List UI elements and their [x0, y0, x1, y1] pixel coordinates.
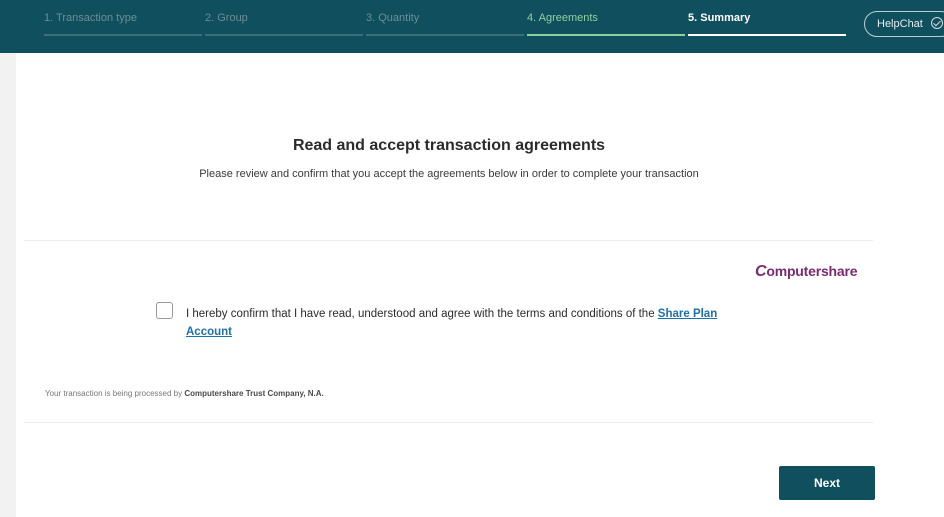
- step-progress-bar: [44, 34, 202, 36]
- step-label: 4. Agreements: [527, 12, 598, 24]
- helpchat-button[interactable]: HelpChat: [864, 11, 944, 37]
- step-progress-bar: [205, 34, 363, 36]
- step-progress-bar: [527, 34, 685, 36]
- step-label: 3. Quantity: [366, 12, 420, 24]
- agreement-statement: I hereby confirm that I have read, under…: [186, 308, 658, 320]
- page-subtitle: Please review and confirm that you accep…: [199, 168, 699, 180]
- page-title: Read and accept transaction agreements: [292, 137, 606, 154]
- step-summary[interactable]: 5. Summary: [688, 0, 846, 53]
- processor-company: Computershare Trust Company, N.A.: [184, 389, 324, 398]
- agreement-card: Computershare I hereby confirm that I ha…: [24, 240, 873, 423]
- step-progress-bar: [366, 34, 524, 36]
- main-content: Read and accept transaction agreements P…: [16, 53, 944, 517]
- next-button[interactable]: Next: [779, 466, 875, 500]
- agreement-text: I hereby confirm that I have read, under…: [186, 305, 746, 341]
- step-label: 2. Group: [205, 12, 248, 24]
- processor-note: Your transaction is being processed by C…: [45, 389, 324, 398]
- step-group[interactable]: 2. Group: [205, 0, 363, 53]
- step-label: 1. Transaction type: [44, 12, 137, 24]
- logo-text: omputershare: [766, 263, 858, 279]
- step-quantity[interactable]: 3. Quantity: [366, 0, 524, 53]
- step-agreements[interactable]: 4. Agreements: [527, 0, 685, 53]
- check-circle-icon: [931, 17, 943, 29]
- step-progress-bar: [688, 34, 846, 36]
- step-transaction-type[interactable]: 1. Transaction type: [44, 0, 202, 53]
- top-navigation-bar: 1. Transaction type 2. Group 3. Quantity…: [0, 0, 944, 53]
- agreement-checkbox[interactable]: [156, 302, 173, 319]
- computershare-logo: Computershare: [755, 263, 858, 281]
- logo-initial: C: [755, 263, 767, 280]
- helpchat-label: HelpChat: [877, 18, 923, 30]
- step-label: 5. Summary: [688, 12, 751, 24]
- processor-prefix: Your transaction is being processed by: [45, 389, 185, 398]
